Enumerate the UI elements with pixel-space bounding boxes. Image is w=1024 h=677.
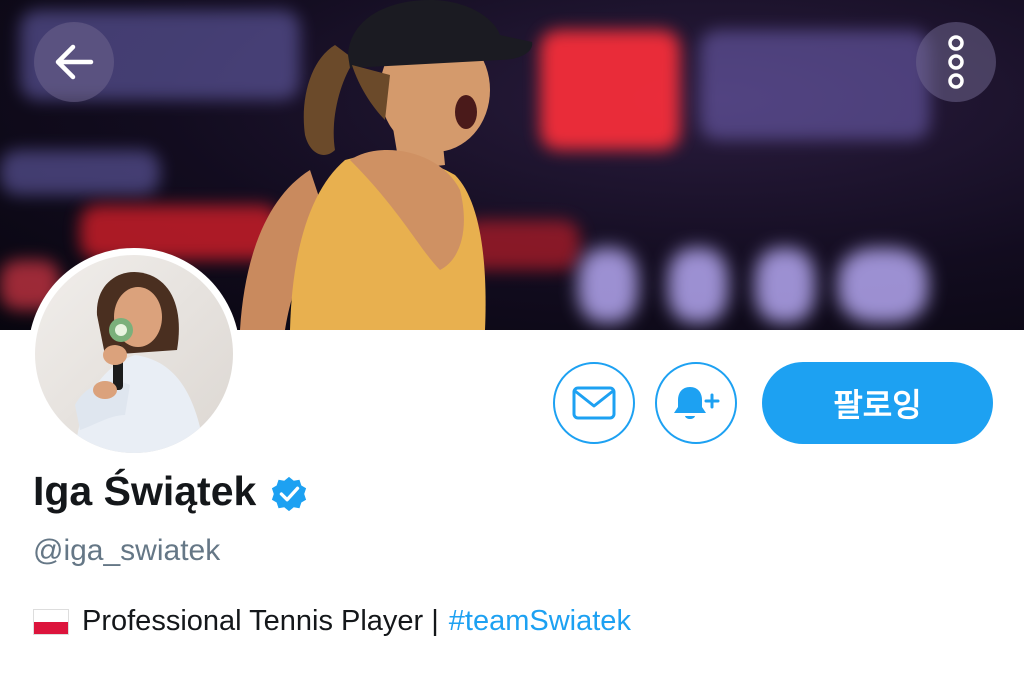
verified-badge-icon (272, 476, 307, 511)
avatar-photo (75, 271, 205, 453)
bell-plus-icon (674, 387, 720, 419)
more-options-button[interactable] (916, 22, 996, 102)
display-name: Iga Świątek (33, 468, 257, 514)
bio-text: Professional Tennis Player | (82, 605, 439, 637)
profile-avatar[interactable] (28, 248, 240, 460)
direct-message-button[interactable] (553, 362, 635, 444)
profile-name-row: Iga Świątek (33, 468, 308, 515)
back-arrow-icon (55, 44, 94, 80)
profile-bio: Professional Tennis Player | #teamSwiate… (33, 605, 631, 638)
poland-flag-icon (33, 608, 69, 635)
envelope-icon (572, 386, 616, 420)
bio-hashtag-link[interactable]: #teamSwiatek (449, 605, 631, 638)
more-vertical-icon (948, 35, 964, 89)
following-button[interactable]: 팔로잉 (762, 362, 993, 444)
notifications-button[interactable] (655, 362, 737, 444)
back-button[interactable] (34, 22, 114, 102)
username-handle: @iga_swiatek (33, 534, 221, 567)
